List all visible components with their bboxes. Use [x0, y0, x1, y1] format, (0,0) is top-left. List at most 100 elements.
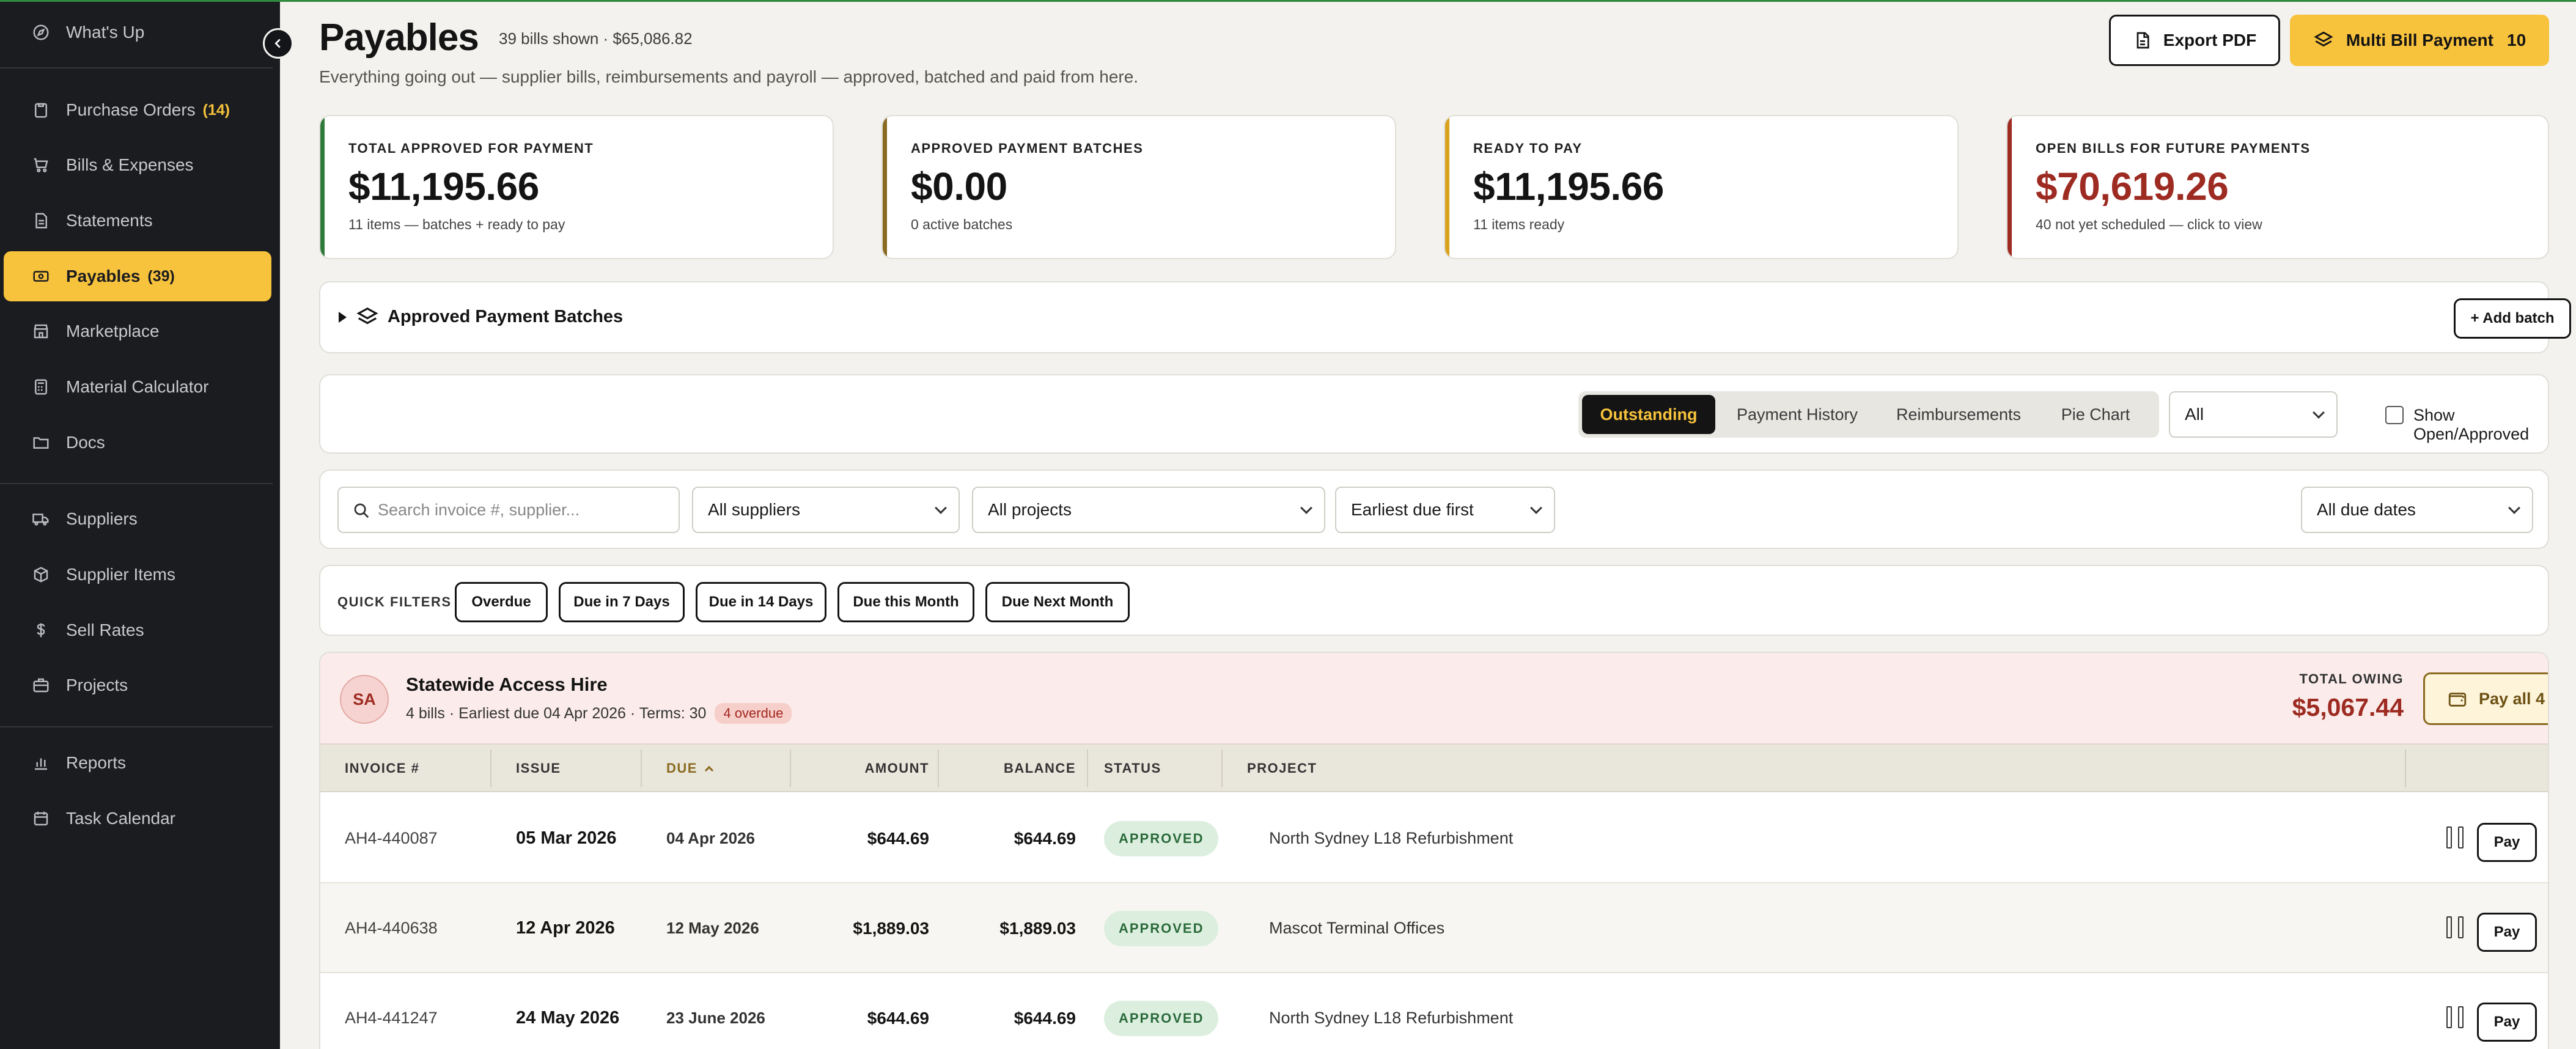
table-row[interactable]: AH4-440087 05 Mar 2026 04 Apr 2026 $644.… — [320, 793, 2548, 883]
cart-icon — [31, 155, 51, 175]
batches-title: Approved Payment Batches — [388, 307, 624, 326]
pay-all-button[interactable]: Pay all 4 — [2423, 672, 2548, 725]
quick-filter-overdue[interactable]: Overdue — [455, 582, 548, 622]
sidebar-item-label: What's Up — [66, 23, 145, 42]
kpi-total-approved: TOTAL APPROVED FOR PAYMENT $11,195.66 11… — [319, 115, 834, 259]
search-icon — [354, 503, 369, 518]
issue-date: 05 Mar 2026 — [516, 828, 617, 848]
sidebar-item-suppliers[interactable]: Suppliers — [4, 494, 271, 544]
quick-filter-due-7-days[interactable]: Due in 7 Days — [559, 582, 685, 622]
add-batch-button[interactable]: + Add batch — [2454, 298, 2571, 339]
column-header-due[interactable]: DUE — [666, 745, 714, 792]
sidebar-item-bills-expenses[interactable]: Bills & Expenses — [4, 140, 271, 190]
sidebar-item-label: Supplier Items — [66, 565, 175, 584]
sidebar-collapse-button[interactable] — [263, 28, 293, 59]
quick-filter-due-14-days[interactable]: Due in 14 Days — [696, 582, 826, 622]
status-cell: APPROVED — [1104, 793, 1219, 883]
sidebar-item-label: Docs — [66, 433, 105, 452]
tab-reimbursements[interactable]: Reimbursements — [1880, 395, 2037, 434]
sidebar-item-count: (14) — [202, 101, 230, 119]
column-header-invoice[interactable]: INVOICE # — [345, 745, 419, 792]
kpi-value: $11,195.66 — [1473, 164, 1664, 208]
table-row[interactable]: AH4-441247 24 May 2026 23 June 2026 $644… — [320, 973, 2548, 1049]
supplier-group-header: SA Statewide Access Hire 4 bills · Earli… — [320, 653, 2548, 745]
sidebar-item-whats-up[interactable]: What's Up — [4, 7, 271, 57]
tab-pie-chart[interactable]: Pie Chart — [2041, 395, 2151, 434]
due-date-filter-select[interactable]: All due dates — [2301, 487, 2533, 533]
tab-payment-history[interactable]: Payment History — [1719, 395, 1875, 434]
pause-icon[interactable] — [2446, 916, 2464, 938]
quick-filter-due-next-month[interactable]: Due Next Month — [985, 582, 1130, 622]
issue-date: 12 Apr 2026 — [516, 918, 615, 938]
chevron-down-icon — [2313, 407, 2325, 419]
pay-button[interactable]: Pay — [2477, 1003, 2537, 1042]
pause-icon[interactable] — [2446, 826, 2464, 848]
tab-outstanding[interactable]: Outstanding — [1582, 395, 1715, 434]
sidebar-item-marketplace[interactable]: Marketplace — [4, 306, 271, 356]
tab-group: Outstanding Payment History Reimbursemen… — [1578, 391, 2159, 438]
sidebar-item-reports[interactable]: Reports — [4, 738, 271, 788]
sidebar-item-statements[interactable]: Statements — [4, 196, 271, 246]
column-divider — [641, 749, 642, 787]
due-date: 23 June 2026 — [666, 1009, 765, 1027]
supplier-meta: 4 bills · Earliest due 04 Apr 2026 · Ter… — [406, 703, 792, 724]
table-row[interactable]: AH4-440638 12 Apr 2026 12 May 2026 $1,88… — [320, 883, 2548, 973]
chevron-down-icon — [2508, 502, 2520, 514]
supplier-filter-select[interactable]: All suppliers — [692, 487, 960, 533]
sidebar-item-label: Suppliers — [66, 509, 138, 528]
wallet-icon — [2448, 693, 2467, 707]
document-icon — [31, 210, 51, 231]
sort-value: Earliest due first — [1351, 500, 1474, 519]
sidebar-item-supplier-items[interactable]: Supplier Items — [4, 550, 271, 600]
search-input[interactable]: Search invoice #, supplier... — [337, 487, 680, 533]
amount: $644.69 — [867, 828, 929, 848]
balance: $644.69 — [1014, 1008, 1076, 1028]
sidebar-item-sell-rates[interactable]: Sell Rates — [4, 605, 271, 655]
layers-icon — [2314, 31, 2333, 47]
project-name: North Sydney L18 Refurbishment — [1269, 829, 1514, 847]
page-title: Payables — [319, 17, 479, 59]
balance: $644.69 — [1014, 828, 1076, 848]
column-header-issue[interactable]: ISSUE — [516, 745, 561, 792]
sidebar-item-label: Statements — [66, 211, 153, 230]
sidebar-item-label: Bills & Expenses — [66, 155, 194, 174]
sort-select[interactable]: Earliest due first — [1335, 487, 1555, 533]
expand-triangle-icon[interactable] — [339, 312, 347, 323]
quick-filters-bar: QUICK FILTERS Overdue Due in 7 Days Due … — [319, 565, 2549, 636]
quick-filter-due-this-month[interactable]: Due this Month — [837, 582, 974, 622]
banknote-icon — [31, 266, 51, 287]
pay-all-label: Pay all 4 — [2478, 689, 2545, 708]
show-open-approved-checkbox[interactable] — [2385, 406, 2404, 424]
sidebar-item-label: Purchase Orders — [66, 100, 196, 119]
sidebar-item-docs[interactable]: Docs — [4, 418, 271, 468]
multi-bill-payment-button[interactable]: Multi Bill Payment 10 — [2290, 15, 2549, 66]
sidebar-item-purchase-orders[interactable]: Purchase Orders (14) — [4, 85, 271, 135]
sidebar-item-payables[interactable]: Payables (39) — [4, 251, 271, 301]
amount: $1,889.03 — [853, 918, 929, 938]
kpi-ready-to-pay: READY TO PAY $11,195.66 11 items ready — [1444, 115, 1959, 259]
sidebar-item-label: Projects — [66, 675, 128, 694]
folder-icon — [31, 432, 51, 453]
pay-button[interactable]: Pay — [2477, 913, 2537, 952]
pay-button[interactable]: Pay — [2477, 823, 2537, 862]
kpi-value: $11,195.66 — [348, 164, 539, 208]
kpi-open-bills[interactable]: OPEN BILLS FOR FUTURE PAYMENTS $70,619.2… — [2006, 115, 2549, 259]
column-header-amount[interactable]: AMOUNT — [791, 745, 929, 792]
project-filter-select[interactable]: All projects — [972, 487, 1325, 533]
pause-icon[interactable] — [2446, 1006, 2464, 1028]
calendar-icon — [31, 808, 51, 829]
chevron-down-icon — [1300, 502, 1312, 514]
column-header-status[interactable]: STATUS — [1104, 745, 1161, 792]
column-header-project[interactable]: PROJECT — [1247, 745, 1317, 792]
kpi-accent — [1445, 116, 1449, 258]
sidebar-item-label: Reports — [66, 753, 127, 772]
sidebar-item-task-calendar[interactable]: Task Calendar — [4, 793, 271, 844]
column-header-balance[interactable]: BALANCE — [939, 745, 1076, 792]
approved-batches-panel[interactable]: Approved Payment Batches + Add batch — [319, 281, 2571, 353]
column-divider — [1221, 749, 1223, 787]
sidebar-item-material-calculator[interactable]: Material Calculator — [4, 362, 271, 412]
sidebar-item-projects[interactable]: Projects — [4, 660, 271, 710]
export-pdf-button[interactable]: Export PDF — [2109, 15, 2280, 66]
type-filter-select[interactable]: All — [2169, 391, 2338, 438]
kpi-note: 11 items — batches + ready to pay — [348, 216, 565, 232]
